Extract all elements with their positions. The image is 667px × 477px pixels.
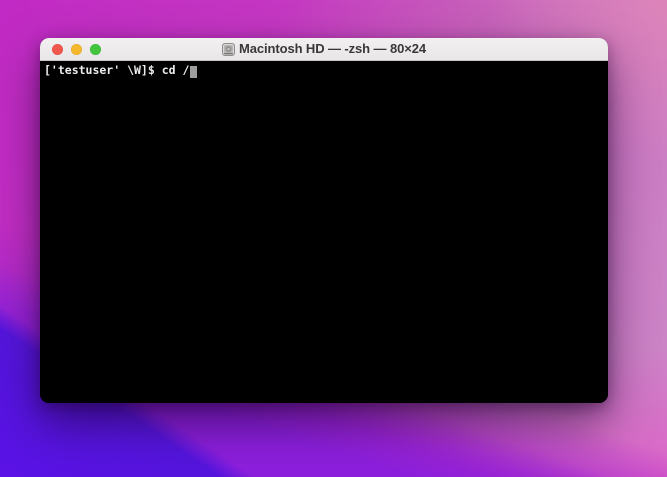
zoom-button[interactable] [90,43,101,55]
hard-drive-icon [222,42,236,56]
window-title-group: Macintosh HD — -zsh — 80×24 [222,38,426,60]
minimize-button[interactable] [71,43,82,55]
terminal-window: Macintosh HD — -zsh — 80×24 ['testuser' … [40,38,608,403]
desktop-wallpaper: Macintosh HD — -zsh — 80×24 ['testuser' … [0,0,667,477]
window-title: Macintosh HD — -zsh — 80×24 [239,41,426,56]
traffic-lights [52,38,101,60]
close-button[interactable] [52,43,63,55]
terminal-content[interactable]: ['testuser' \W]$ cd / [40,61,608,403]
terminal-cursor [190,66,198,78]
window-titlebar[interactable]: Macintosh HD — -zsh — 80×24 [40,38,608,61]
terminal-line: ['testuser' \W]$ cd / [44,63,604,78]
terminal-prompt-text: ['testuser' \W]$ cd / [44,63,190,77]
